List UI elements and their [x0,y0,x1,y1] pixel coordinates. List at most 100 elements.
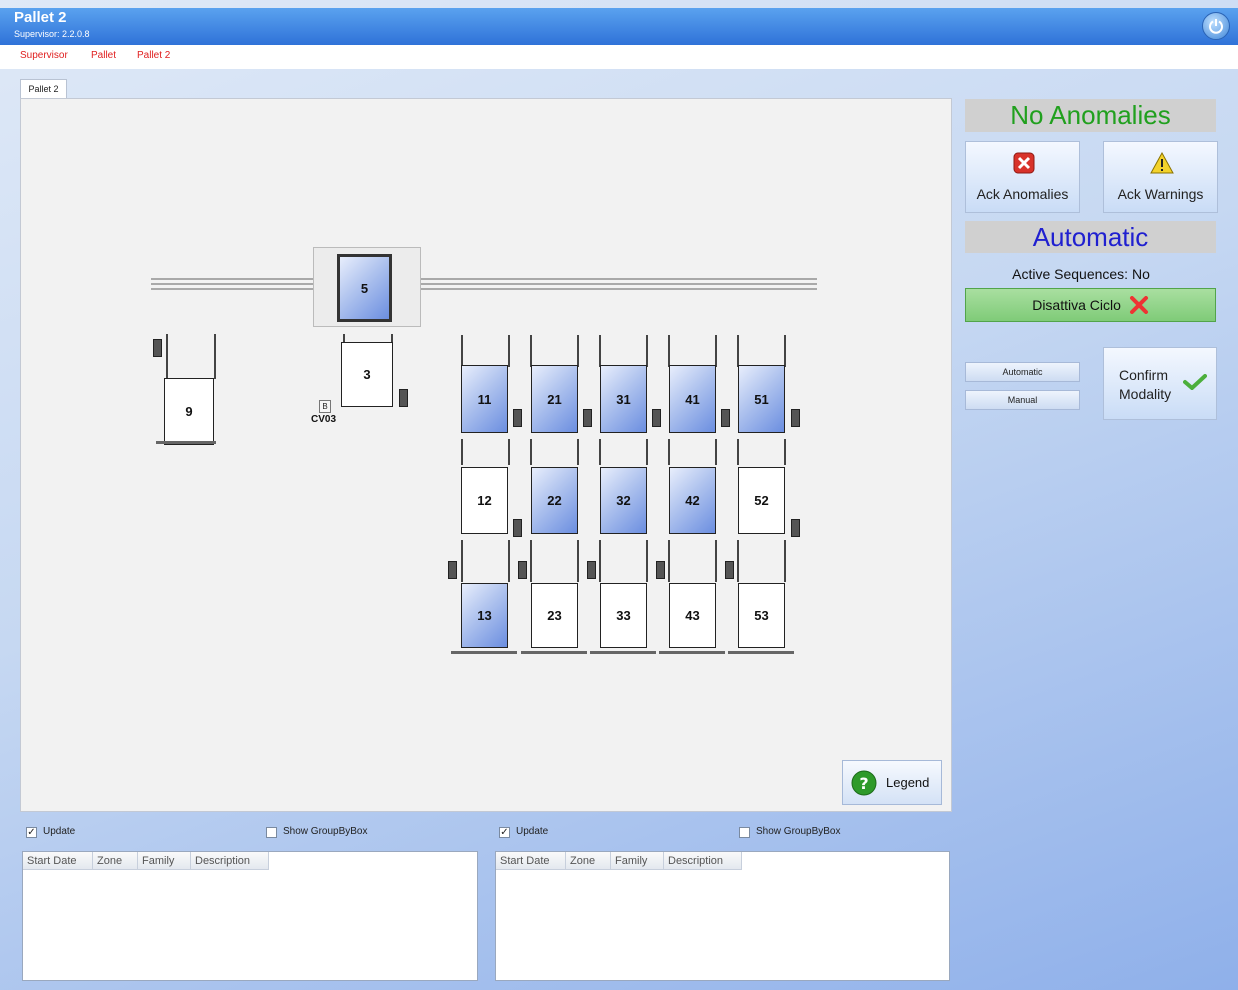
conveyor-base [728,651,794,654]
conveyor-frame [668,540,717,582]
station-label: 43 [685,608,700,623]
conveyor-frame [461,540,510,582]
sensor-mark [513,409,522,427]
conveyor-base [156,441,216,444]
column-start-date[interactable]: Start Date [23,852,93,870]
cancel-icon [1129,296,1148,314]
update-label-left: Update [43,826,76,837]
groupbybox-checkbox-left[interactable] [266,827,277,838]
mode-automatic-button[interactable]: Automatic [965,362,1080,382]
legend-button[interactable]: ? Legend [842,760,942,805]
station-label: 11 [477,391,492,407]
ack-anomalies-label: Ack Anomalies [976,186,1069,202]
station-43[interactable]: 43 [669,583,716,648]
column-family[interactable]: Family [138,852,191,870]
tab-pallet-2[interactable]: Pallet 2 [20,79,67,99]
mode-status: Automatic [965,221,1216,253]
station-52[interactable]: 52 [738,467,785,534]
app-version: Supervisor: 2.2.0.8 [14,29,90,39]
station-32[interactable]: 32 [600,467,647,534]
station-31[interactable]: 31 [600,365,647,433]
station-label: 41 [685,391,700,407]
column-start-date[interactable]: Start Date [496,852,566,870]
error-icon [1013,152,1035,174]
station-label: 31 [616,391,631,407]
conveyor-frame [166,334,216,379]
events-grid-left[interactable]: Start Date Zone Family Description [22,851,478,981]
station-label: 12 [477,493,492,508]
station-label: 3 [363,367,371,382]
ack-warnings-button[interactable]: Ack Warnings [1103,141,1218,213]
power-icon [1209,19,1223,34]
station-label: 32 [616,493,631,508]
conveyor-frame [599,335,648,367]
warning-icon [1150,152,1174,174]
confirm-modality-button[interactable]: Confirm Modality [1103,347,1217,420]
svg-text:?: ? [859,774,868,793]
sensor-mark [587,561,596,579]
column-description[interactable]: Description [191,852,269,870]
conveyor-base [590,651,656,654]
station-12[interactable]: 12 [461,467,508,534]
station-42[interactable]: 42 [669,467,716,534]
column-description[interactable]: Description [664,852,742,870]
station-3[interactable]: 3 [341,342,393,407]
breadcrumb-supervisor[interactable]: Supervisor [20,50,68,61]
breadcrumb-pallet-2[interactable]: Pallet 2 [137,50,170,61]
conveyor-base [659,651,725,654]
update-label-right: Update [516,826,549,837]
sensor-mark [721,409,730,427]
power-button[interactable] [1202,12,1230,40]
station-51[interactable]: 51 [738,365,785,433]
title-bar [0,8,1238,45]
cv-marker-letter: B [319,400,331,413]
station-22[interactable]: 22 [531,467,578,534]
station-41[interactable]: 41 [669,365,716,433]
sensor-mark [656,561,665,579]
confirm-line1: Confirm [1119,367,1169,383]
station-label: 52 [754,493,769,508]
mode-manual-button[interactable]: Manual [965,390,1080,410]
conveyor-frame [737,335,786,367]
confirm-line2: Modality [1119,386,1172,402]
station-label: 5 [360,280,369,296]
conveyor-frame [530,335,579,367]
station-13[interactable]: 13 [461,583,508,648]
ack-anomalies-button[interactable]: Ack Anomalies [965,141,1080,213]
update-checkbox-right[interactable]: ✓ [499,827,510,838]
station-23[interactable]: 23 [531,583,578,648]
conveyor-frame [599,439,648,465]
station-9[interactable]: 9 [164,378,214,445]
rail-track [151,288,817,290]
active-sequences-label: Active Sequences: [1012,266,1129,282]
station-label: 9 [185,404,193,419]
update-checkbox-left[interactable]: ✓ [26,827,37,838]
sensor-mark [153,339,162,357]
rail-track [151,278,817,280]
station-11[interactable]: 11 [461,365,508,433]
anomaly-status: No Anomalies [965,99,1216,132]
plant-layout-canvas: 5 3 B CV03 9 11 21 31 41 51 12 22 32 42 … [20,98,952,812]
breadcrumb-pallet[interactable]: Pallet [91,50,116,61]
groupbybox-checkbox-right[interactable] [739,827,750,838]
conveyor-base [521,651,587,654]
column-zone[interactable]: Zone [566,852,611,870]
column-family[interactable]: Family [611,852,664,870]
station-label: 33 [616,608,631,623]
station-53[interactable]: 53 [738,583,785,648]
conveyor-frame [737,540,786,582]
ack-warnings-label: Ack Warnings [1117,186,1204,202]
column-zone[interactable]: Zone [93,852,138,870]
station-label: 21 [547,391,562,407]
help-icon: ? [851,770,877,796]
station-5[interactable]: 5 [337,254,392,322]
station-21[interactable]: 21 [531,365,578,433]
events-grid-right[interactable]: Start Date Zone Family Description [495,851,950,981]
disattiva-ciclo-button[interactable]: Disattiva Ciclo [965,288,1216,322]
conveyor-frame [530,439,579,465]
station-33[interactable]: 33 [600,583,647,648]
sensor-mark [513,519,522,537]
sensor-mark [583,409,592,427]
groupbybox-label-right: Show GroupByBox [756,826,841,837]
conveyor-frame [461,439,510,465]
